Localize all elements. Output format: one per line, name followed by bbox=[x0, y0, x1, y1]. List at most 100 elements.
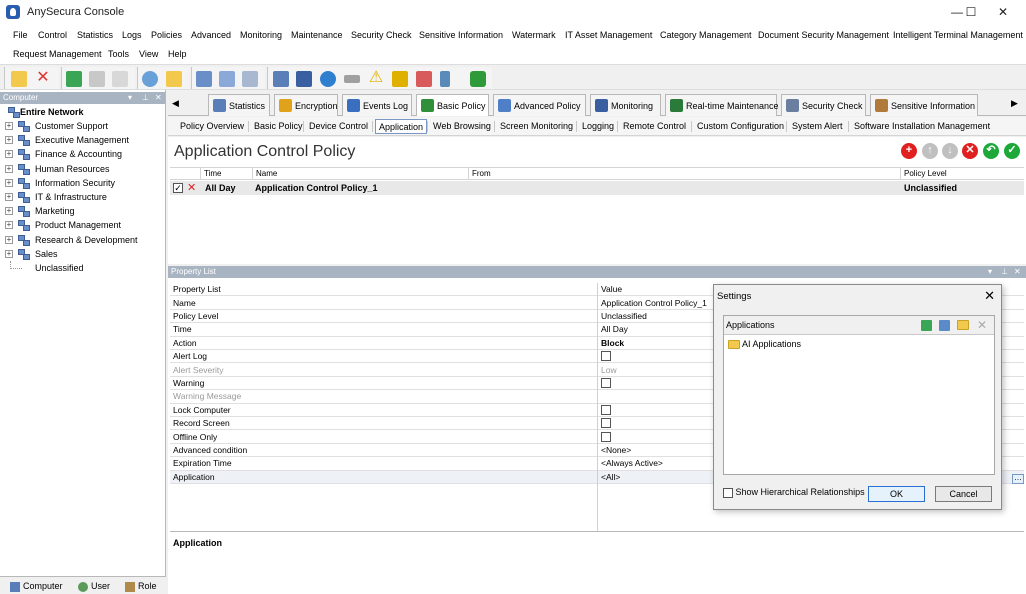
move-up-button[interactable]: ↑ bbox=[922, 143, 938, 159]
delete-icon[interactable]: ✕ bbox=[35, 70, 51, 87]
subtab-custom-configuration[interactable]: Custom Configuration bbox=[694, 119, 787, 134]
subtab-application[interactable]: Application bbox=[375, 119, 428, 134]
policy-enabled-checkbox[interactable]: ✓ bbox=[173, 183, 183, 193]
pane-pin-icon[interactable]: ⊥ bbox=[1001, 266, 1008, 278]
application-browse-button[interactable]: … bbox=[1012, 474, 1024, 484]
menu-it-asset-management[interactable]: IT Asset Management bbox=[565, 30, 652, 40]
policy-row[interactable]: ✓ ✕ All Day Application Control Policy_1… bbox=[170, 181, 1024, 195]
report-icon[interactable] bbox=[242, 71, 258, 87]
expand-icon[interactable]: + bbox=[5, 221, 13, 230]
menu-view[interactable]: View bbox=[139, 49, 158, 59]
subtab-policy-overview[interactable]: Policy Overview bbox=[177, 119, 247, 134]
pane-close-icon[interactable]: ✕ bbox=[155, 92, 162, 104]
tab-sensitive-information[interactable]: Sensitive Information bbox=[870, 94, 978, 116]
menu-statistics[interactable]: Statistics bbox=[77, 30, 113, 40]
network-globe-icon[interactable] bbox=[142, 71, 158, 87]
subtab-basic-policy[interactable]: Basic Policy bbox=[251, 119, 306, 134]
move-down-button[interactable]: ↓ bbox=[942, 143, 958, 159]
ok-button[interactable]: OK bbox=[868, 486, 925, 502]
expand-icon[interactable]: + bbox=[5, 164, 13, 173]
pane-dropdown-icon[interactable]: ▾ bbox=[988, 266, 992, 278]
edit-icon[interactable] bbox=[416, 71, 432, 87]
tab-events-log[interactable]: Events Log bbox=[342, 94, 412, 116]
tab-role[interactable]: Role bbox=[125, 579, 157, 594]
menu-intelligent-terminal-management[interactable]: Intelligent Terminal Management bbox=[893, 30, 1023, 40]
subtab-screen-monitoring[interactable]: Screen Monitoring bbox=[497, 119, 576, 134]
pane-close-icon[interactable]: ✕ bbox=[1014, 266, 1021, 278]
menu-control[interactable]: Control bbox=[38, 30, 67, 40]
menu-request-management[interactable]: Request Management bbox=[13, 49, 102, 59]
web-icon[interactable] bbox=[320, 71, 336, 87]
import-policy-button[interactable]: ↶ bbox=[983, 143, 999, 159]
tab-real-time-maintenance[interactable]: Real-time Maintenance bbox=[665, 94, 779, 116]
menu-logs[interactable]: Logs bbox=[122, 30, 142, 40]
edit-app-icon[interactable] bbox=[939, 320, 950, 331]
column-from[interactable]: From bbox=[468, 168, 902, 180]
key-icon[interactable] bbox=[166, 71, 182, 87]
menu-monitoring[interactable]: Monitoring bbox=[240, 30, 282, 40]
subtab-system-alert[interactable]: System Alert bbox=[789, 119, 846, 134]
subtab-remote-control[interactable]: Remote Control bbox=[620, 119, 689, 134]
delete-app-icon[interactable]: ✕ bbox=[977, 316, 987, 335]
subtab-device-control[interactable]: Device Control bbox=[306, 119, 371, 134]
print-preview-icon[interactable] bbox=[112, 71, 128, 87]
column-name[interactable]: Name bbox=[252, 168, 466, 180]
expand-icon[interactable]: + bbox=[5, 122, 13, 130]
remote-icon[interactable] bbox=[296, 71, 312, 87]
add-policy-button[interactable]: + bbox=[901, 143, 917, 159]
expand-icon[interactable]: + bbox=[5, 207, 13, 216]
column-policy-level[interactable]: Policy Level bbox=[900, 168, 960, 180]
export-icon[interactable] bbox=[66, 71, 82, 87]
menu-maintenance[interactable]: Maintenance bbox=[291, 30, 343, 40]
tab-computer[interactable]: Computer bbox=[10, 579, 63, 594]
menu-category-management[interactable]: Category Management bbox=[660, 30, 752, 40]
menu-security-check[interactable]: Security Check bbox=[351, 30, 412, 40]
refresh-icon[interactable] bbox=[470, 71, 486, 87]
expand-icon[interactable]: + bbox=[5, 178, 13, 187]
subtab-software-installation-management[interactable]: Software Installation Management bbox=[851, 119, 993, 134]
expand-icon[interactable]: + bbox=[5, 249, 13, 258]
pane-pin-icon[interactable]: ⊥ bbox=[142, 92, 149, 104]
tab-basic-policy[interactable]: Basic Policy bbox=[416, 94, 489, 116]
property-checkbox[interactable] bbox=[601, 351, 611, 362]
lock-icon[interactable] bbox=[392, 71, 408, 87]
monitor-icon[interactable] bbox=[273, 71, 289, 87]
expand-icon[interactable]: + bbox=[5, 136, 13, 145]
tab-scroll-left-icon[interactable]: ◀ bbox=[172, 98, 179, 109]
column-time[interactable]: Time bbox=[200, 168, 248, 180]
show-hierarchy-checkbox[interactable] bbox=[723, 487, 733, 498]
computers-icon[interactable] bbox=[196, 71, 212, 87]
tab-security-check[interactable]: Security Check bbox=[781, 94, 866, 116]
drive-icon[interactable] bbox=[344, 75, 360, 83]
print-icon[interactable] bbox=[89, 71, 105, 87]
menu-file[interactable]: File bbox=[13, 30, 28, 40]
open-folder-icon[interactable] bbox=[11, 71, 27, 87]
mobile-icon[interactable] bbox=[440, 71, 450, 87]
pane-dropdown-icon[interactable]: ▾ bbox=[128, 92, 132, 104]
subtab-logging[interactable]: Logging bbox=[579, 119, 617, 134]
expand-icon[interactable]: + bbox=[5, 150, 13, 159]
property-checkbox[interactable] bbox=[601, 431, 611, 442]
add-app-icon[interactable] bbox=[921, 320, 932, 331]
delete-policy-button[interactable]: ✕ bbox=[962, 143, 978, 159]
app-list-item[interactable]: AI Applications bbox=[728, 338, 801, 350]
find-icon[interactable] bbox=[219, 71, 235, 87]
menu-tools[interactable]: Tools bbox=[108, 49, 129, 59]
folder-icon[interactable] bbox=[957, 320, 969, 330]
menu-policies[interactable]: Policies bbox=[151, 30, 182, 40]
tab-monitoring[interactable]: Monitoring bbox=[590, 94, 661, 116]
menu-watermark[interactable]: Watermark bbox=[512, 30, 556, 40]
remove-icon[interactable]: ✕ bbox=[187, 181, 196, 195]
cancel-button[interactable]: Cancel bbox=[935, 486, 992, 502]
expand-icon[interactable]: + bbox=[5, 235, 13, 244]
warning-icon[interactable]: ⚠ bbox=[368, 70, 384, 87]
expand-icon[interactable]: + bbox=[5, 193, 13, 201]
subtab-web-browsing[interactable]: Web Browsing bbox=[430, 119, 494, 134]
property-checkbox[interactable] bbox=[601, 404, 611, 415]
property-checkbox[interactable] bbox=[601, 377, 611, 388]
menu-help[interactable]: Help bbox=[168, 49, 187, 59]
apply-policy-button[interactable]: ✓ bbox=[1004, 143, 1020, 159]
tab-statistics[interactable]: Statistics bbox=[208, 94, 270, 116]
menu-sensitive-information[interactable]: Sensitive Information bbox=[419, 30, 503, 40]
menu-document-security-management[interactable]: Document Security Management bbox=[758, 30, 889, 40]
